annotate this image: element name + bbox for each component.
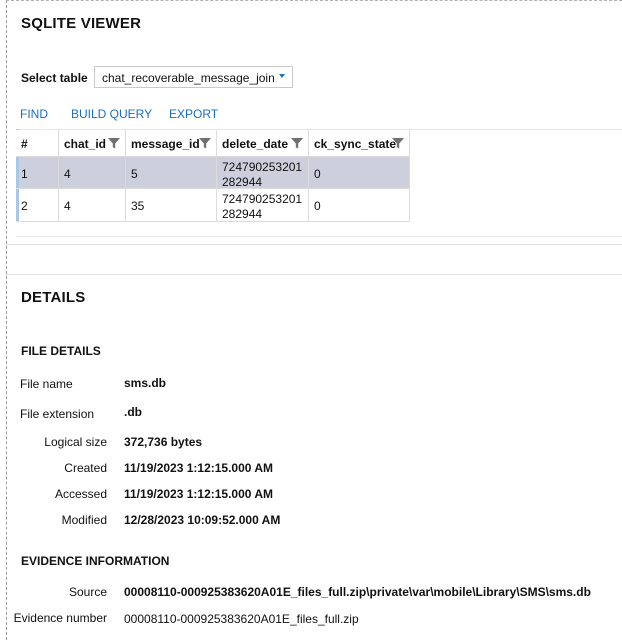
table-row-1-ck-sync-state[interactable]: 0 <box>309 157 410 189</box>
source-value: 00008110-000925383620A01E_files_full.zip… <box>124 585 591 599</box>
table-row-2-message-id[interactable]: 35 <box>126 189 217 222</box>
evidence-information-heading: EVIDENCE INFORMATION <box>21 554 170 568</box>
build-query-button[interactable]: BUILD QUERY <box>71 107 152 121</box>
column-header-chat-id[interactable]: chat_id <box>59 130 126 157</box>
file-extension-value: .db <box>124 405 142 419</box>
modified-value: 12/28/2023 10:09:52.000 AM <box>124 513 281 527</box>
logical-size-value: 372,736 bytes <box>124 435 203 449</box>
export-button[interactable]: EXPORT <box>169 107 218 121</box>
column-header-message-id[interactable]: message_id <box>126 130 217 157</box>
modified-label: Modified <box>61 513 107 527</box>
accessed-value: 11/19/2023 1:12:15.000 AM <box>124 487 273 501</box>
file-name-label: File name <box>20 377 73 391</box>
table-row-2-num[interactable]: 2 <box>16 189 59 222</box>
created-label: Created <box>64 461 107 475</box>
table-select[interactable]: chat_recoverable_message_join <box>94 66 293 88</box>
table-select-value: chat_recoverable_message_join <box>102 71 275 85</box>
file-extension-label: File extension <box>20 407 95 421</box>
filter-icon[interactable] <box>392 137 404 149</box>
table-row-1-num[interactable]: 1 <box>16 157 59 189</box>
chevron-down-icon[interactable] <box>279 74 285 78</box>
table-row-1-delete-date[interactable]: 724790253201 282944 <box>217 157 309 189</box>
source-label: Source <box>68 585 107 599</box>
find-button[interactable]: FIND <box>20 107 48 121</box>
logical-size-label: Logical size <box>44 435 107 449</box>
panel-border-top <box>6 0 622 1</box>
file-details-heading: FILE DETAILS <box>21 344 101 358</box>
sqlite-viewer-title: SQLITE VIEWER <box>21 15 142 32</box>
accessed-label: Accessed <box>54 487 107 501</box>
filter-icon[interactable] <box>291 137 303 149</box>
table-row-1-message-id[interactable]: 5 <box>126 157 217 189</box>
divider <box>6 244 622 245</box>
details-title: DETAILS <box>21 289 86 306</box>
column-header-number[interactable]: # <box>16 130 59 157</box>
evidence-number-value: 00008110-000925383620A01E_files_full.zip <box>124 612 359 626</box>
select-table-label: Select table <box>21 71 88 85</box>
file-name-value: sms.db <box>124 376 167 390</box>
evidence-number-label: Evidence number <box>13 611 107 625</box>
filter-icon[interactable] <box>199 137 211 149</box>
table-row-1-chat-id[interactable]: 4 <box>59 157 126 189</box>
table-row-2-ck-sync-state[interactable]: 0 <box>309 189 410 222</box>
table-row-2-delete-date[interactable]: 724790253201 282944 <box>217 189 309 222</box>
divider <box>6 274 622 275</box>
column-header-ck-sync-state[interactable]: ck_sync_state <box>309 130 410 157</box>
panel-border-left <box>6 0 7 640</box>
column-header-delete-date[interactable]: delete_date <box>217 130 309 157</box>
created-value: 11/19/2023 1:12:15.000 AM <box>124 461 273 475</box>
filter-icon[interactable] <box>108 137 120 149</box>
table-row-2-chat-id[interactable]: 4 <box>59 189 126 222</box>
